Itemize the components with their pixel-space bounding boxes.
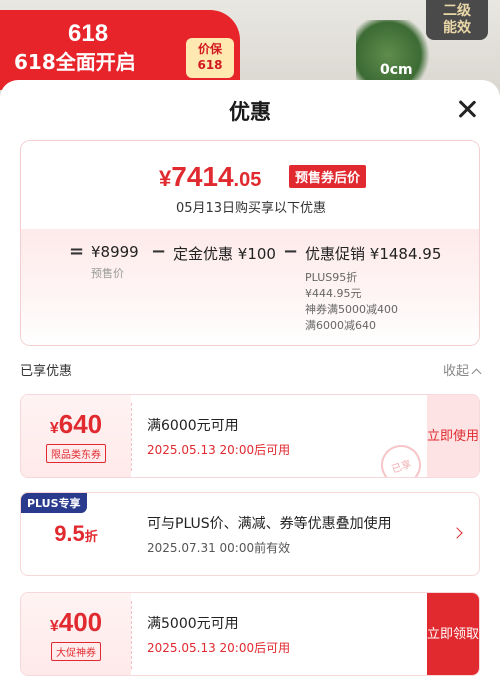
energy-tag-line1: 二级 [443, 3, 471, 19]
discount-sheet: 优惠 ¥7414.05 预售券后价 05月13日购买享以下优惠 = ¥8999 … [0, 80, 500, 697]
plus-discount-card[interactable]: PLUS专享 9.5折 可与PLUS价、满减、券等优惠叠加使用 2025.07.… [20, 492, 480, 576]
price-badge-line1: 价保 [197, 42, 222, 56]
coupon-expire: 2025.05.13 20:00后可用 [147, 443, 291, 457]
coupon-currency: ¥ [49, 420, 59, 437]
energy-tag-line2: 能效 [443, 20, 471, 36]
coupon-value: 640 [58, 409, 103, 439]
plus-description: 可与PLUS价、满减、券等优惠叠加使用 [147, 516, 392, 532]
use-coupon-button[interactable]: 立即使用 [427, 395, 479, 477]
collapse-label: 收起 [442, 364, 469, 379]
coupon-condition: 满5000元可用 [147, 616, 239, 632]
promo-details: PLUS95折 ¥444.95元 神券满5000减400 满6000减640 [305, 270, 441, 334]
currency-symbol: ¥ [159, 166, 172, 191]
final-price-tag: 预售券后价 [289, 165, 367, 188]
plus-discount-unit: 折 [84, 529, 98, 544]
presale-column: ¥8999 预售价 [91, 243, 139, 281]
promo-amount: ¥1484.95 [369, 245, 442, 263]
coupon-type: 大促神券 [51, 642, 101, 661]
coupon-card-400: ¥400 大促神券 满5000元可用 2025.05.13 20:00后可用 立… [20, 592, 480, 676]
promo-label: 优惠促销 [305, 245, 366, 263]
promo-detail-plus: PLUS95折 [305, 271, 358, 284]
close-icon[interactable] [450, 92, 484, 126]
price-badge-line2: 618 [197, 58, 223, 72]
coupon-divider [131, 403, 132, 471]
claim-coupon-button[interactable]: 立即领取 [427, 593, 479, 675]
coupon-currency: ¥ [49, 618, 59, 635]
deposit-amount: ¥100 [237, 245, 276, 263]
price-integer: 7414 [171, 161, 234, 192]
deposit-column: 定金优惠 ¥100 [173, 243, 276, 264]
presale-amount: ¥8999 [91, 243, 139, 261]
buy-date-text: 05月13日购买享以下优惠 [175, 201, 327, 216]
sheet-title: 优惠 [229, 100, 271, 124]
coupon-amount: ¥640 [21, 409, 131, 440]
price-formula: = ¥8999 预售价 − 定金优惠 ¥100 − 优惠促销 ¥1484.95 … [21, 229, 479, 345]
coupon-type: 限品类东券 [46, 444, 106, 463]
promo-detail-coupon-400: 神券满5000减400 [305, 303, 398, 316]
coupon-amount-area: ¥400 大促神券 [21, 593, 131, 675]
chevron-up-icon [471, 368, 482, 379]
promo-text: 618全面开启 [14, 50, 136, 74]
coupon-expire: 2025.05.13 20:00后可用 [147, 641, 291, 655]
price-decimal: .05 [233, 169, 262, 191]
coupon-divider [131, 601, 132, 669]
section-label: 已享优惠 [20, 364, 73, 379]
chevron-right-icon [451, 527, 463, 539]
equals-sign: = [69, 241, 85, 262]
minus-sign-2: − [283, 241, 299, 262]
size-label: 0cm [380, 62, 413, 78]
used-stamp: 已享 [375, 439, 427, 477]
coupon-value: 400 [58, 607, 103, 637]
coupon-amount: ¥400 [21, 607, 131, 638]
price-protect-badge: 价保 618 [186, 38, 234, 78]
minus-sign-1: − [151, 241, 167, 262]
plus-discount-area: 9.5折 [21, 493, 131, 575]
final-price-area: ¥7414.05 预售券后价 05月13日购买享以下优惠 [21, 141, 479, 229]
coupon-card-640: ¥640 限品类东券 满6000元可用 2025.05.13 20:00后可用 … [20, 394, 480, 478]
coupon-condition: 满6000元可用 [147, 418, 239, 434]
plus-discount: 9.5折 [21, 521, 131, 547]
promo-number: 618 [68, 20, 109, 47]
final-price: ¥7414.05 [159, 161, 261, 193]
coupon-amount-area: ¥640 限品类东券 [21, 395, 131, 477]
promo-column: 优惠促销 ¥1484.95 PLUS95折 ¥444.95元 神券满5000减4… [305, 243, 441, 334]
plus-discount-value: 9.5 [54, 521, 85, 546]
promo-detail-plus-amount: ¥444.95元 [305, 287, 362, 300]
deposit-row: 定金优惠 ¥100 [173, 243, 276, 264]
presale-label: 预售价 [91, 267, 124, 280]
plus-valid-date: 2025.07.31 00:00前有效 [147, 541, 291, 555]
collapse-button[interactable]: 收起 [442, 360, 482, 379]
energy-tag: 二级 能效 [426, 0, 488, 40]
promo-row: 优惠促销 ¥1484.95 [305, 243, 441, 264]
price-breakdown-card: ¥7414.05 预售券后价 05月13日购买享以下优惠 = ¥8999 预售价… [20, 140, 480, 346]
deposit-label: 定金优惠 [173, 245, 234, 263]
promo-detail-coupon-640: 满6000减640 [305, 319, 376, 332]
